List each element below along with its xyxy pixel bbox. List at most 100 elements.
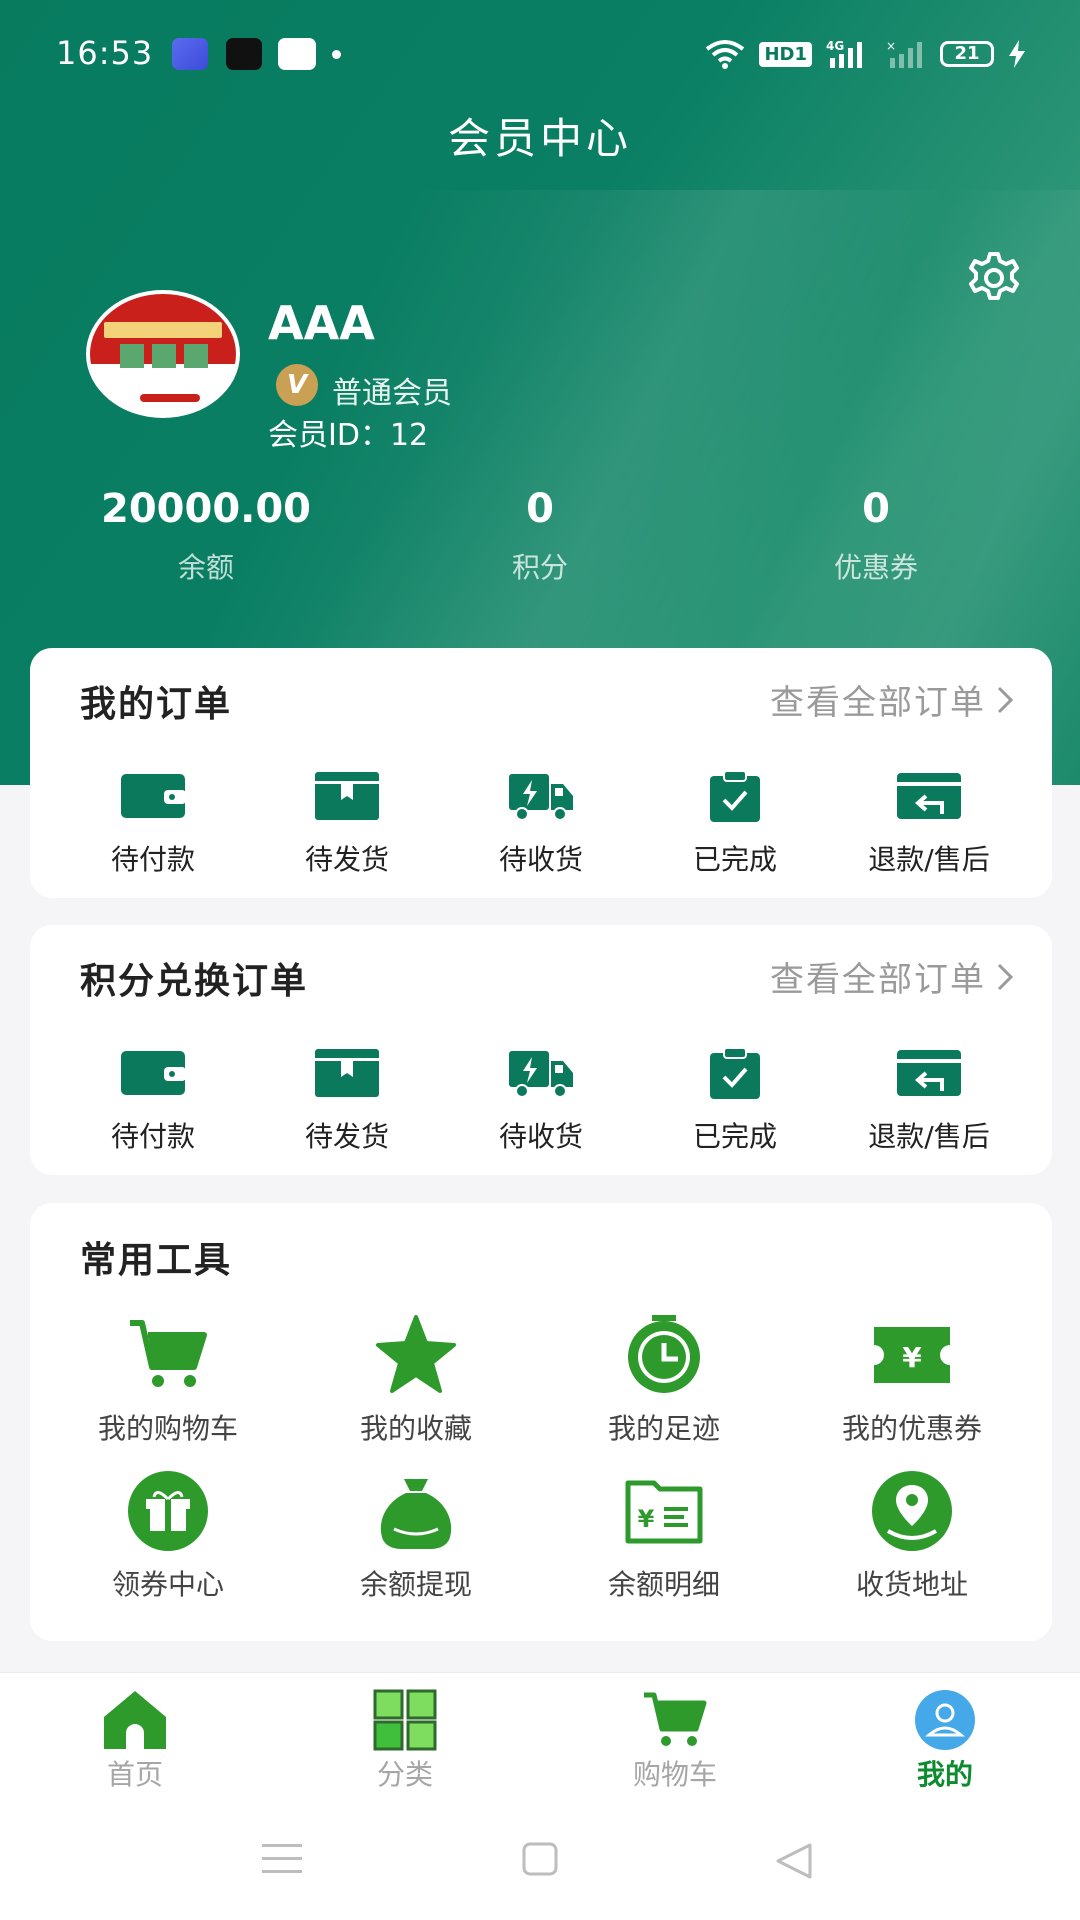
avatar[interactable] bbox=[86, 290, 240, 418]
signal-4g-icon: 4G bbox=[826, 39, 862, 68]
order-refund-label: 退款/售后 bbox=[868, 843, 990, 876]
tool-coupon-center[interactable]: 领券中心 bbox=[44, 1469, 292, 1603]
tool-my-cart-label: 我的购物车 bbox=[97, 1412, 238, 1445]
points-order-pending-shipment-label: 待发货 bbox=[304, 1120, 389, 1153]
status-bar: 16:53 HD1 4G × 21 bbox=[0, 0, 1080, 110]
bottom-nav: 首页 分类 购物车 我的 bbox=[0, 1672, 1080, 1812]
box-icon bbox=[315, 772, 379, 820]
points-orders-card: 积分兑换订单 查看全部订单 待付款 待发货 待收货 已完成 退款/售后 bbox=[30, 925, 1052, 1175]
points-order-completed[interactable]: 已完成 bbox=[638, 1047, 832, 1155]
points-value: 0 bbox=[526, 486, 554, 532]
points-orders-title: 积分兑换订单 bbox=[80, 961, 309, 1002]
coupons-stat[interactable]: 0 优惠券 bbox=[726, 486, 1026, 586]
tool-coupon-center-label: 领券中心 bbox=[111, 1568, 224, 1601]
tool-balance-details-label: 余额明细 bbox=[607, 1568, 720, 1601]
avatar-image-product bbox=[184, 344, 208, 368]
points-order-pending-payment-label: 待付款 bbox=[110, 1120, 195, 1153]
home-icon bbox=[104, 1691, 166, 1749]
truck-icon bbox=[509, 774, 573, 821]
avatar-image-banner bbox=[104, 322, 222, 338]
tool-balance-withdraw[interactable]: 余额提现 bbox=[292, 1469, 540, 1603]
wallet-icon bbox=[121, 774, 186, 818]
bill-icon: ¥ bbox=[625, 1480, 703, 1544]
order-completed[interactable]: 已完成 bbox=[638, 770, 832, 878]
tool-balance-details[interactable]: ¥ 余额明细 bbox=[540, 1469, 788, 1603]
cart-icon bbox=[644, 1692, 707, 1746]
points-order-completed-label: 已完成 bbox=[692, 1120, 777, 1153]
points-stat[interactable]: 0 积分 bbox=[390, 486, 690, 586]
tool-my-cart[interactable]: 我的购物车 bbox=[44, 1313, 292, 1447]
balance-value: 20000.00 bbox=[100, 486, 312, 532]
weather-app-icon bbox=[172, 38, 208, 70]
common-tools-card: 常用工具 我的购物车 我的收藏 我的足迹 ¥ 我的优惠券 领券中心 余额提现 ¥… bbox=[30, 1203, 1052, 1641]
gear-icon[interactable] bbox=[966, 250, 1022, 306]
tool-my-favorites[interactable]: 我的收藏 bbox=[292, 1313, 540, 1447]
points-order-pending-payment[interactable]: 待付款 bbox=[56, 1047, 250, 1155]
video-app-icon bbox=[278, 38, 316, 70]
cart-icon bbox=[130, 1320, 207, 1387]
location-icon bbox=[872, 1471, 952, 1551]
gift-icon bbox=[128, 1471, 208, 1551]
points-order-pending-receipt[interactable]: 待收货 bbox=[444, 1047, 638, 1155]
clipboard-check-icon bbox=[710, 1047, 760, 1099]
tool-shipping-address[interactable]: 收货地址 bbox=[788, 1469, 1036, 1603]
nav-home[interactable]: 首页 bbox=[0, 1683, 270, 1793]
tool-my-coupons-label: 我的优惠券 bbox=[841, 1412, 982, 1445]
wifi-icon bbox=[706, 40, 745, 69]
order-pending-receipt-label: 待收货 bbox=[498, 843, 583, 876]
view-all-points-orders-label: 查看全部订单 bbox=[770, 960, 986, 1000]
refund-icon bbox=[897, 1050, 961, 1096]
avatar-image-product bbox=[120, 344, 144, 368]
hd-badge: HD1 bbox=[759, 41, 812, 67]
order-pending-shipment[interactable]: 待发货 bbox=[250, 770, 444, 878]
order-pending-receipt[interactable]: 待收货 bbox=[444, 770, 638, 878]
tool-my-coupons[interactable]: ¥ 我的优惠券 bbox=[788, 1313, 1036, 1447]
chevron-right-icon bbox=[997, 963, 1014, 990]
nav-category-label: 分类 bbox=[376, 1758, 433, 1791]
nav-home-label: 首页 bbox=[106, 1758, 163, 1791]
tool-my-favorites-label: 我的收藏 bbox=[359, 1412, 472, 1445]
status-indicators: HD1 4G × 21 bbox=[705, 38, 1026, 70]
nav-profile-label: 我的 bbox=[916, 1758, 973, 1791]
order-refund[interactable]: 退款/售后 bbox=[832, 770, 1026, 878]
svg-text:4G: 4G bbox=[826, 39, 844, 53]
nav-cart[interactable]: 购物车 bbox=[540, 1683, 810, 1793]
clock-icon bbox=[628, 1315, 700, 1393]
points-label: 积分 bbox=[511, 551, 568, 584]
coupons-label: 优惠券 bbox=[833, 551, 918, 584]
home-square-icon[interactable] bbox=[522, 1842, 558, 1876]
member-id: 会员ID：12 bbox=[268, 418, 429, 453]
member-level: 普通会员 bbox=[332, 376, 452, 411]
view-all-orders-label: 查看全部订单 bbox=[770, 683, 986, 723]
nav-profile[interactable]: 我的 bbox=[810, 1683, 1080, 1793]
points-order-refund[interactable]: 退款/售后 bbox=[832, 1047, 1026, 1155]
balance-label: 余额 bbox=[177, 551, 234, 584]
my-orders-title: 我的订单 bbox=[80, 684, 233, 725]
nav-cart-label: 购物车 bbox=[632, 1758, 717, 1791]
chevron-right-icon bbox=[997, 686, 1014, 713]
back-icon[interactable] bbox=[774, 1842, 814, 1880]
notification-dot bbox=[332, 50, 341, 59]
balance-stat[interactable]: 20000.00 余额 bbox=[56, 486, 356, 586]
status-time: 16:53 bbox=[56, 34, 154, 72]
tool-my-footprints[interactable]: 我的足迹 bbox=[540, 1313, 788, 1447]
order-pending-payment[interactable]: 待付款 bbox=[56, 770, 250, 878]
coupons-value: 0 bbox=[862, 486, 890, 532]
profile-icon bbox=[915, 1690, 975, 1750]
tool-my-footprints-label: 我的足迹 bbox=[607, 1412, 720, 1445]
clipboard-check-icon bbox=[710, 770, 760, 822]
svg-text:¥: ¥ bbox=[902, 1341, 922, 1374]
money-bag-icon bbox=[380, 1479, 452, 1549]
wallet-icon bbox=[121, 1051, 186, 1095]
tool-balance-withdraw-label: 余额提现 bbox=[359, 1568, 472, 1601]
box-icon bbox=[315, 1049, 379, 1097]
menu-icon[interactable] bbox=[262, 1842, 302, 1876]
view-all-orders-link[interactable]: 查看全部订单 bbox=[770, 675, 1014, 724]
tool-shipping-address-label: 收货地址 bbox=[855, 1568, 968, 1601]
view-all-points-orders-link[interactable]: 查看全部订单 bbox=[770, 952, 1014, 1001]
page-title: 会员中心 bbox=[447, 114, 632, 163]
truck-icon bbox=[509, 1051, 573, 1098]
nav-category[interactable]: 分类 bbox=[270, 1683, 540, 1793]
points-order-pending-shipment[interactable]: 待发货 bbox=[250, 1047, 444, 1155]
points-order-pending-receipt-label: 待收货 bbox=[498, 1120, 583, 1153]
